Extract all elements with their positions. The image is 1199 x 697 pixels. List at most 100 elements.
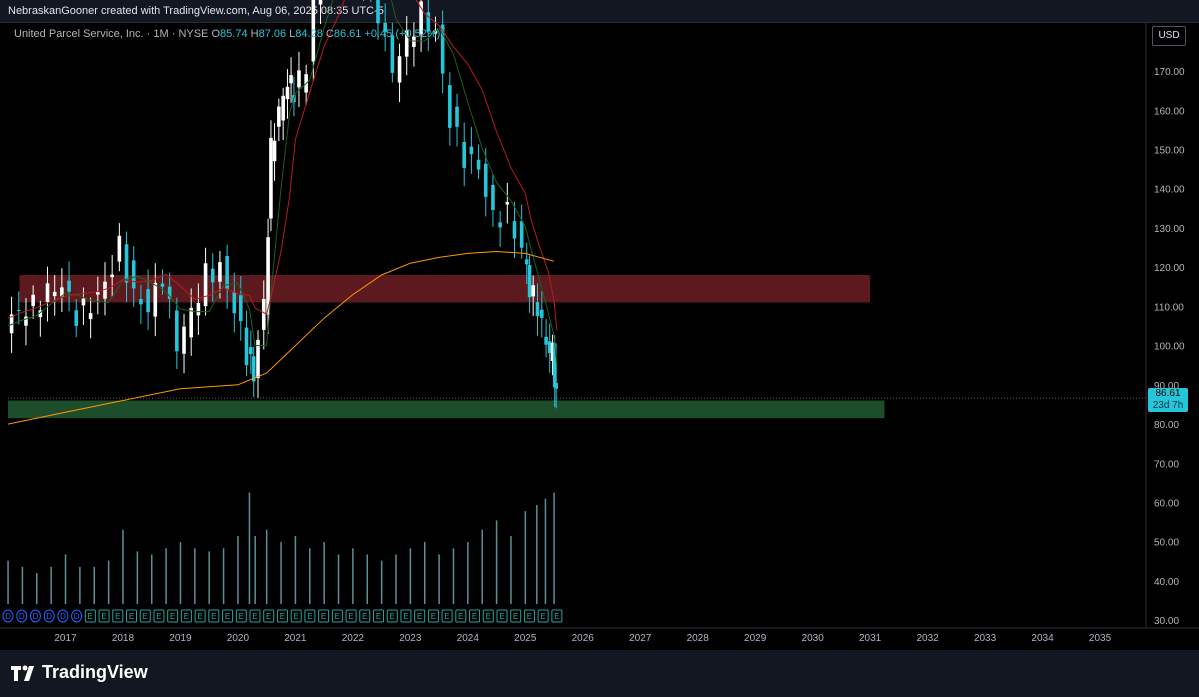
currency-button[interactable]: USD [1152,26,1186,46]
open-label: O [211,28,221,40]
volume-bar [452,548,455,604]
dividend-icon-label: D [46,612,52,621]
y-tick-label: 170.00 [1154,67,1185,78]
candle-body [318,0,323,5]
volume-bar [222,548,225,604]
candle-body [476,159,481,170]
candle-body [297,70,301,88]
volume-bar [136,551,139,604]
earnings-icon-label: E [444,612,449,621]
symbol-name: United Parcel Service, Inc. · 1M · NYSE [14,28,209,40]
candle-body [390,35,395,73]
candle-body [210,268,215,283]
earnings-icon-label: E [499,612,504,621]
x-tick-label: 2035 [1089,633,1112,644]
candle-body [519,221,524,248]
earnings-icon-label: E [348,612,353,621]
candle-body [88,313,93,320]
x-tick-label: 2024 [457,633,480,644]
candle-body [67,280,71,292]
x-tick-label: 2032 [916,633,939,644]
earnings-icon-label: E [513,612,518,621]
volume-bar [165,548,167,604]
volume-bar [21,566,24,604]
earnings-icon-label: E [554,612,559,621]
earnings-icon-label: E [472,612,477,621]
candle-body [232,292,237,314]
earnings-icon-label: E [540,612,545,621]
earnings-icon-label: E [362,612,367,621]
earnings-icon-label: E [403,612,408,621]
candle-body [512,221,517,239]
x-tick-label: 2029 [744,633,767,644]
brand[interactable]: TradingView [10,662,148,683]
x-tick-label: 2026 [572,633,595,644]
candle-body [527,265,532,298]
x-tick-label: 2022 [342,633,365,644]
earnings-icon-label: E [293,612,298,621]
change-value: +0.45 (+0.52%) [364,28,441,40]
earnings-icon-label: E [211,612,216,621]
volume-bar [150,554,153,604]
candle-body [261,298,266,330]
candle-body [535,302,540,317]
candle-body [269,137,273,219]
brand-name: TradingView [42,662,148,682]
volume-bar [409,548,412,604]
volume-bar [179,542,182,604]
candle-body [52,291,57,297]
volume-bar [194,548,196,604]
candle-body [124,244,129,283]
candle-body [203,263,208,307]
x-tick-label: 2027 [629,633,652,644]
zone-support [8,400,885,419]
volume-bar [50,566,52,604]
dividend-icon-label: D [5,612,11,621]
volume-bar [79,566,81,604]
volume-bar [423,542,426,604]
candle-body [539,309,544,318]
earnings-icon-label: E [390,612,395,621]
volume-bar [107,560,110,604]
candle-body [505,202,510,205]
candle-body [455,106,459,127]
x-tick-label: 2023 [399,633,422,644]
y-tick-label: 30.00 [1154,616,1179,627]
earnings-icon-label: E [129,612,134,621]
earnings-icon-label: E [376,612,381,621]
earnings-icon-label: E [88,612,93,621]
candle-body [189,307,194,338]
candle-body [139,298,143,305]
y-tick-label: 50.00 [1154,538,1179,549]
y-tick-label: 100.00 [1154,342,1185,353]
volume-bar [337,554,340,604]
volume-bar [524,511,527,604]
x-tick-label: 2021 [284,633,307,644]
low-value: 84.28 [295,28,323,40]
candle-body [117,235,122,262]
candle-body [462,141,467,168]
earnings-icon-label: E [225,612,230,621]
dividend-icon-label: D [60,612,66,621]
candle-body [218,262,222,282]
earnings-icon-label: E [156,612,161,621]
footer-bar [0,650,1199,697]
dividend-icon-label: D [19,612,25,621]
candle-body [16,310,21,312]
candle-body [483,163,488,197]
volume-bar [248,492,251,604]
dividend-icon-label: D [33,612,39,621]
candle-body [238,295,243,322]
candle-body [277,106,281,127]
volume-bar [467,542,469,604]
price-chart[interactable]: 170.00 160.00 150.00 140.00 130.00 120.00 110.… [0,0,1199,650]
open-value: 85.74 [220,28,248,40]
earnings-icon-label: E [252,612,257,621]
x-tick-label: 2019 [169,633,192,644]
y-tick-label: 120.00 [1154,263,1185,274]
y-tick-label: 150.00 [1154,146,1185,157]
volume-bar [93,566,96,604]
x-tick-label: 2030 [802,633,825,644]
candle-body [182,326,186,354]
candle-body [544,336,548,345]
